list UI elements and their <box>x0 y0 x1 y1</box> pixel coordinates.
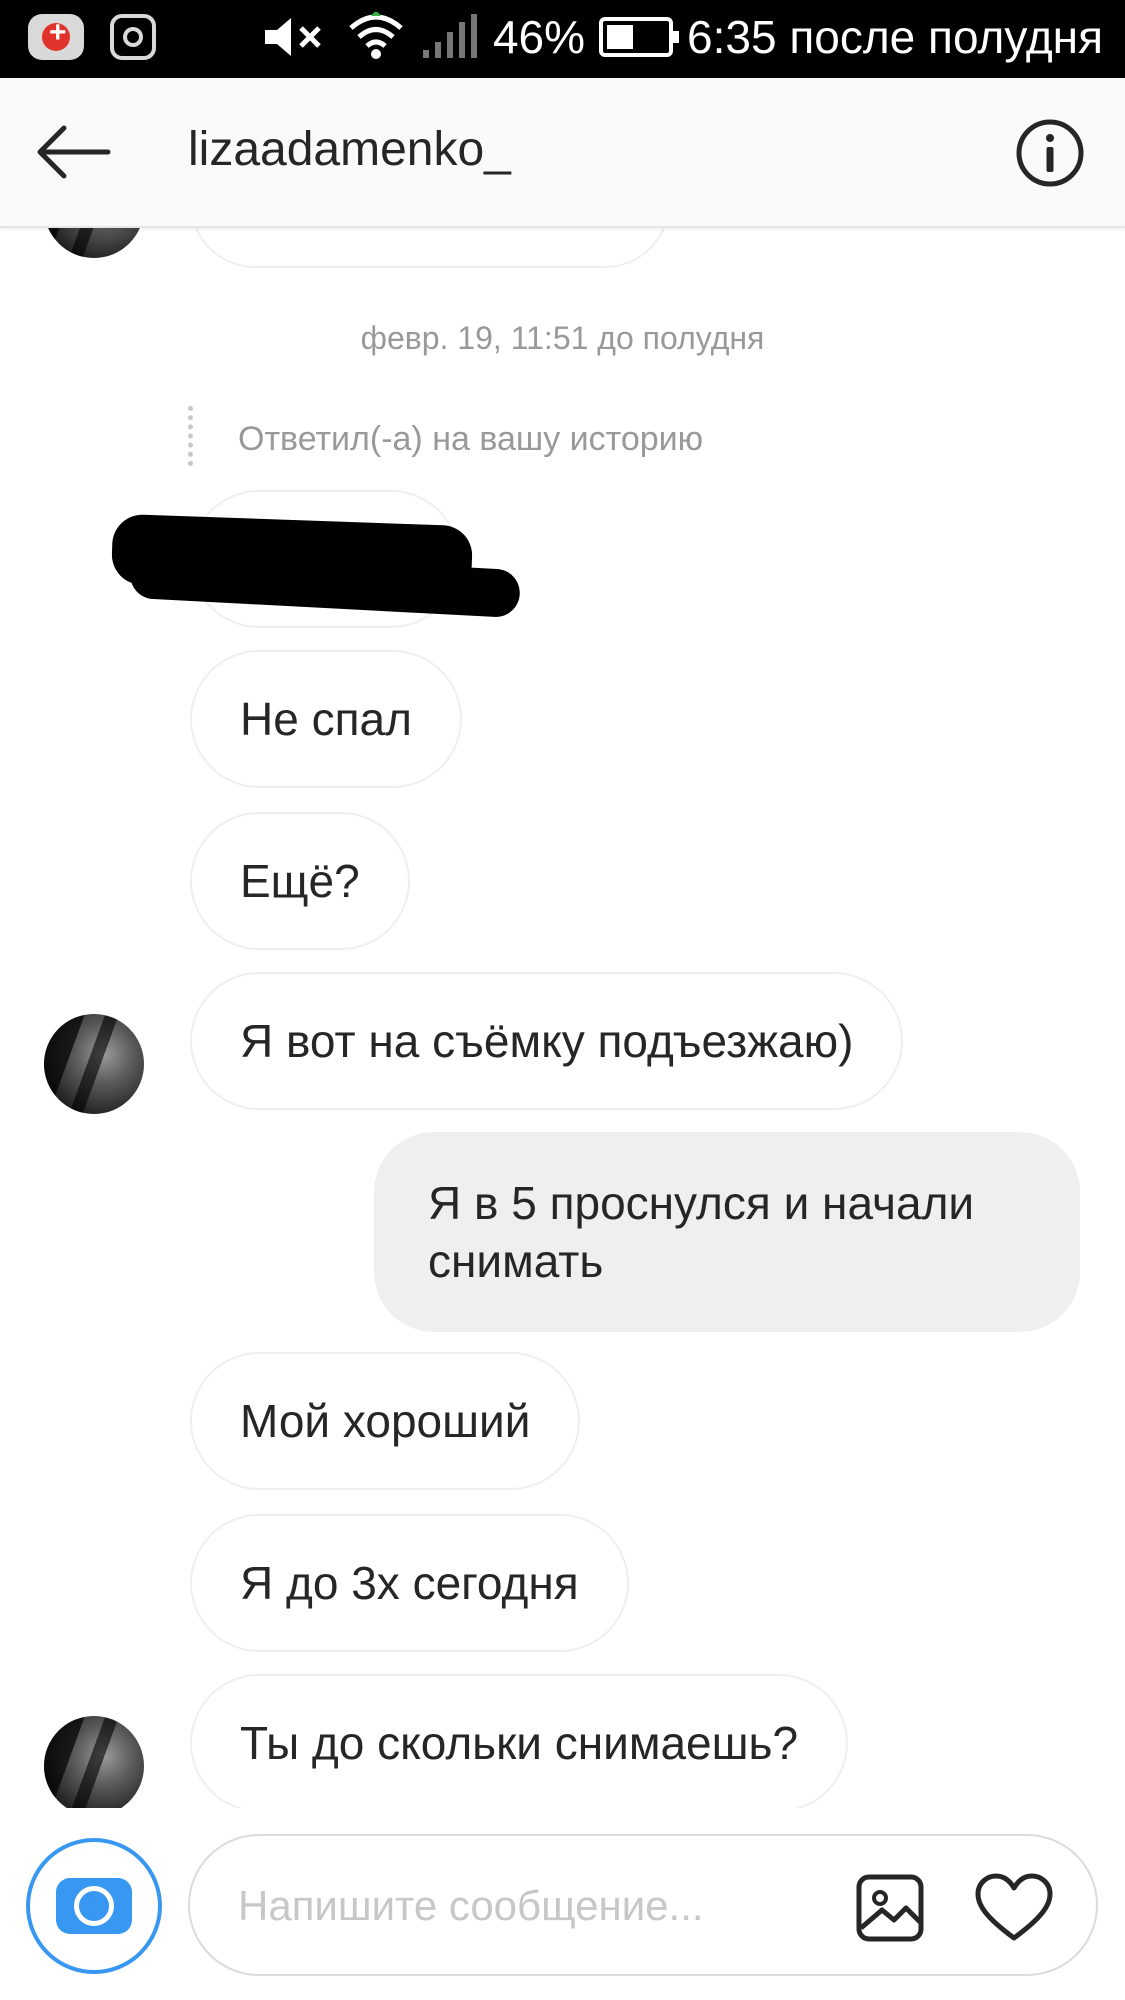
message-bubble: Ты до скольки снимаешь? <box>190 1674 849 1808</box>
message-input[interactable] <box>238 1876 798 1936</box>
reply-indicator <box>188 406 194 466</box>
status-system: 46% 6:35 после полудня <box>261 10 1103 64</box>
arrow-left-icon[interactable] <box>34 120 114 184</box>
avatar <box>44 1014 144 1114</box>
message-thread[interactable]: февр. 19, 11:51 до полудня Ответил(-а) н… <box>0 228 1125 1808</box>
app-notification-icon: + <box>28 14 84 60</box>
message-bubble: Я до 3х сегодня <box>190 1514 629 1652</box>
message-composer <box>0 1808 1125 2000</box>
message-bubble: Я вот на съёмку подъезжаю) <box>190 972 904 1110</box>
mute-icon <box>264 18 321 56</box>
gallery-icon[interactable] <box>854 1872 926 1944</box>
battery-icon <box>599 17 680 57</box>
message-bubble-mine: Я в 5 проснулся и начали снимать <box>374 1132 1080 1332</box>
chat-header: lizaadamenko_ <box>0 78 1125 228</box>
heart-icon[interactable] <box>974 1872 1054 1944</box>
avatar <box>44 1716 144 1808</box>
avatar <box>44 228 144 258</box>
camera-icon <box>56 1878 132 1934</box>
message-input-container[interactable] <box>188 1834 1098 1976</box>
message-bubble: Ещё? <box>190 812 410 950</box>
status-bar: + 46% 6:35 после полудня <box>0 0 1125 78</box>
message-bubble-partial <box>190 228 670 268</box>
wifi-icon <box>349 12 403 59</box>
chat-username[interactable]: lizaadamenko_ <box>188 122 511 177</box>
reply-note: Ответил(-а) на вашу историю <box>238 420 704 458</box>
message-bubble: Мой хороший <box>190 1352 581 1490</box>
status-time: 6:35 после полудня <box>687 11 1103 63</box>
camera-button[interactable] <box>26 1838 162 1974</box>
signal-icon <box>422 14 477 58</box>
battery-percent: 46% <box>492 11 586 63</box>
chat-timestamp: февр. 19, 11:51 до полудня <box>360 320 765 356</box>
status-notifications: + <box>28 14 156 60</box>
message-bubble: Не спал <box>190 650 462 788</box>
info-icon[interactable] <box>1015 118 1085 188</box>
instagram-icon <box>110 14 156 60</box>
